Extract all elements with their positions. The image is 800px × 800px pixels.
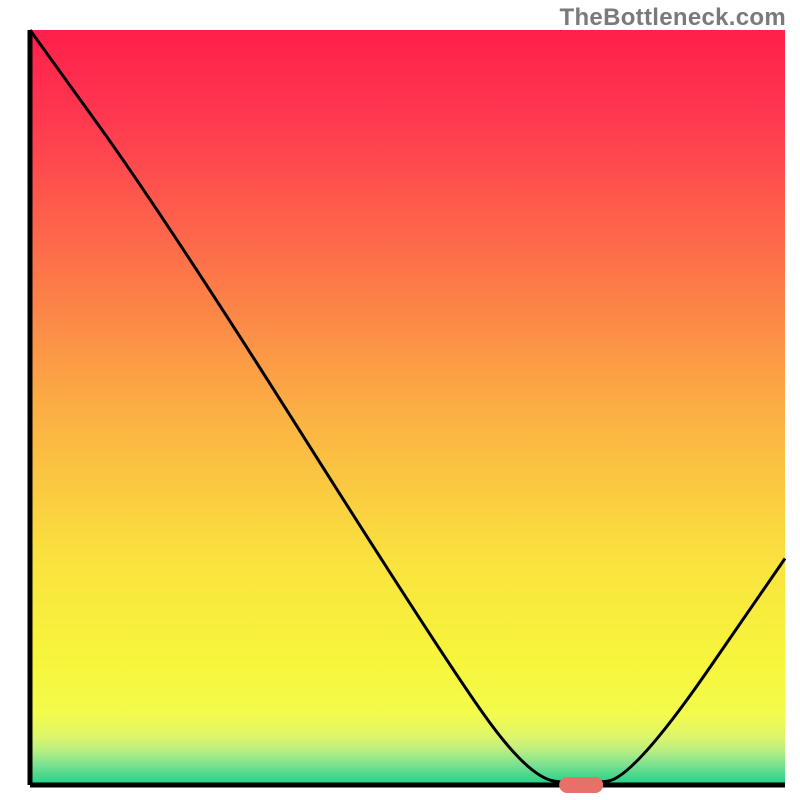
optimal-point-marker	[559, 777, 603, 793]
watermark-text: TheBottleneck.com	[560, 4, 786, 32]
bottleneck-chart: TheBottleneck.com	[0, 0, 800, 800]
chart-canvas	[0, 0, 800, 800]
plot-background	[30, 30, 785, 785]
